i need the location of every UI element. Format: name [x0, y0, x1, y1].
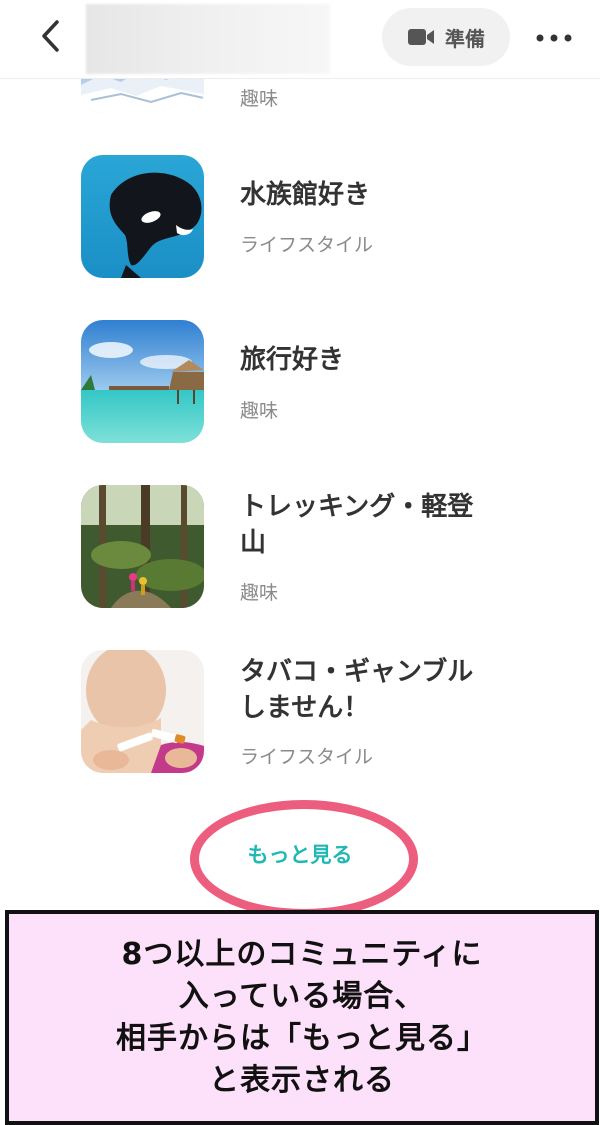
- community-thumbnail: [81, 485, 204, 608]
- annotation-line-2: 入っている場合、: [178, 978, 426, 1014]
- annotation-line-1: 8つ以上のコミュニティに: [121, 936, 483, 972]
- community-title: タバコ・ギャンブル しません！: [240, 657, 474, 723]
- community-title: 水族館好き: [240, 180, 371, 210]
- annotation-line-3: 相手からは「もっと見る」: [116, 1020, 488, 1056]
- chevron-left-icon: [42, 20, 59, 52]
- back-button[interactable]: [30, 14, 70, 58]
- community-category: 趣味: [240, 400, 279, 422]
- community-title: 旅行好き: [240, 345, 345, 375]
- community-thumbnail: [81, 155, 204, 278]
- annotation-box: 8つ以上のコミュニティに 入っている場合、 相手からは「もっと見る」 と表示され…: [5, 910, 599, 1125]
- see-more-link[interactable]: もっと見る: [190, 800, 410, 908]
- video-camera-icon: [408, 29, 434, 45]
- prepare-video-button[interactable]: 準備: [382, 8, 510, 66]
- more-options-button[interactable]: [532, 18, 576, 58]
- community-category: 趣味: [240, 582, 279, 604]
- community-thumbnail: [81, 320, 204, 443]
- community-category: ライフスタイル: [240, 746, 374, 768]
- prepare-label: 準備: [445, 26, 485, 51]
- community-category: ライフスタイル: [240, 234, 374, 256]
- more-horizontal-icon: [536, 34, 572, 42]
- profile-name-blurred: [86, 4, 330, 74]
- top-bar: 準備: [0, 0, 600, 79]
- community-title: トレッキング・軽登 山: [240, 492, 474, 558]
- community-thumbnail: [81, 650, 204, 773]
- annotation-line-4: と表示される: [209, 1062, 395, 1098]
- community-category: 趣味: [240, 88, 279, 110]
